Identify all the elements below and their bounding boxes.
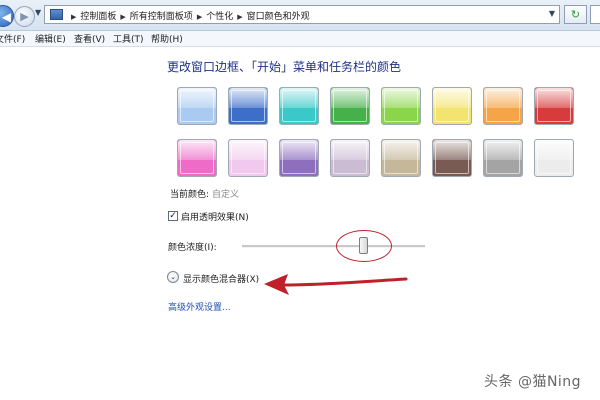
color-intensity-label: 颜色浓度(I): bbox=[168, 243, 217, 253]
show-color-mixer-toggle[interactable]: 显示颜色混合器(X) bbox=[183, 272, 259, 285]
menu-file[interactable]: 文件(F) bbox=[0, 32, 25, 45]
breadcrumb-item-all-items[interactable]: 所有控制面板项 bbox=[130, 12, 193, 22]
page-title: 更改窗口边框、「开始」菜单和任务栏的颜色 bbox=[167, 60, 402, 74]
refresh-button[interactable]: ↻ bbox=[564, 5, 587, 24]
color-swatch[interactable] bbox=[330, 139, 370, 177]
color-swatch[interactable] bbox=[534, 139, 574, 177]
breadcrumb-item-window-color[interactable]: 窗口颜色和外观 bbox=[247, 12, 310, 22]
advanced-appearance-link[interactable]: 高级外观设置... bbox=[168, 300, 231, 313]
expand-chevron-icon[interactable]: ⌄ bbox=[167, 271, 179, 283]
address-path-box[interactable]: ▶ 控制面板 ▶ 所有控制面板项 ▶ 个性化 ▶ 窗口颜色和外观 ▼ bbox=[44, 5, 560, 24]
transparency-label[interactable]: 启用透明效果(N) bbox=[181, 210, 249, 223]
watermark-text: 头条 @猫Ning bbox=[484, 374, 582, 390]
address-dropdown-icon[interactable]: ▼ bbox=[549, 9, 555, 18]
color-swatch[interactable] bbox=[483, 139, 523, 177]
color-swatch[interactable] bbox=[228, 87, 268, 125]
color-swatch[interactable] bbox=[177, 87, 217, 125]
search-input[interactable] bbox=[590, 5, 600, 24]
checkmark-icon: ✓ bbox=[169, 211, 177, 221]
address-bar: ◀ ▶ ▼ ▶ 控制面板 ▶ 所有控制面板项 ▶ 个性化 ▶ 窗口颜色和外观 ▼ ↻ bbox=[0, 0, 600, 31]
refresh-icon: ↻ bbox=[570, 8, 581, 21]
color-swatch[interactable] bbox=[483, 87, 523, 125]
color-swatch[interactable] bbox=[534, 87, 574, 125]
annotation-arrow-icon bbox=[264, 274, 408, 295]
color-intensity-slider[interactable] bbox=[242, 245, 425, 248]
color-swatch[interactable] bbox=[279, 139, 319, 177]
annotation-circle bbox=[336, 230, 392, 262]
color-swatch[interactable] bbox=[381, 139, 421, 177]
color-swatch[interactable] bbox=[177, 139, 217, 177]
recent-pages-dropdown-icon[interactable]: ▼ bbox=[35, 8, 41, 17]
control-panel-icon bbox=[50, 9, 63, 20]
breadcrumb-separator-icon[interactable]: ▶ bbox=[120, 13, 125, 21]
color-swatch[interactable] bbox=[228, 139, 268, 177]
current-color-label: 当前颜色: 自定义 bbox=[170, 187, 239, 200]
menu-help[interactable]: 帮助(H) bbox=[151, 32, 183, 45]
menu-tools[interactable]: 工具(T) bbox=[113, 32, 144, 45]
color-swatch[interactable] bbox=[381, 87, 421, 125]
color-swatch[interactable] bbox=[432, 87, 472, 125]
breadcrumb-separator-icon[interactable]: ▶ bbox=[237, 13, 242, 21]
forward-button[interactable]: ▶ bbox=[14, 6, 35, 27]
current-color-caption: 当前颜色: bbox=[170, 190, 210, 200]
breadcrumb-item-personalization[interactable]: 个性化 bbox=[206, 12, 233, 22]
back-button[interactable]: ◀ bbox=[0, 5, 14, 27]
transparency-checkbox[interactable]: ✓ bbox=[168, 211, 178, 221]
color-swatch[interactable] bbox=[432, 139, 472, 177]
menu-bar: 文件(F) 编辑(E) 查看(V) 工具(T) 帮助(H) bbox=[0, 31, 600, 47]
menu-edit[interactable]: 编辑(E) bbox=[35, 32, 66, 45]
breadcrumb-separator-icon[interactable]: ▶ bbox=[197, 13, 202, 21]
color-swatch[interactable] bbox=[330, 87, 370, 125]
breadcrumb-separator-icon[interactable]: ▶ bbox=[71, 13, 76, 21]
chevron-down-icon: ⌄ bbox=[170, 273, 176, 281]
menu-view[interactable]: 查看(V) bbox=[74, 32, 105, 45]
color-swatch[interactable] bbox=[279, 87, 319, 125]
breadcrumb-item-control-panel[interactable]: 控制面板 bbox=[80, 12, 116, 22]
current-color-value: 自定义 bbox=[212, 190, 240, 200]
breadcrumb: ▶ 控制面板 ▶ 所有控制面板项 ▶ 个性化 ▶ 窗口颜色和外观 bbox=[67, 9, 310, 22]
